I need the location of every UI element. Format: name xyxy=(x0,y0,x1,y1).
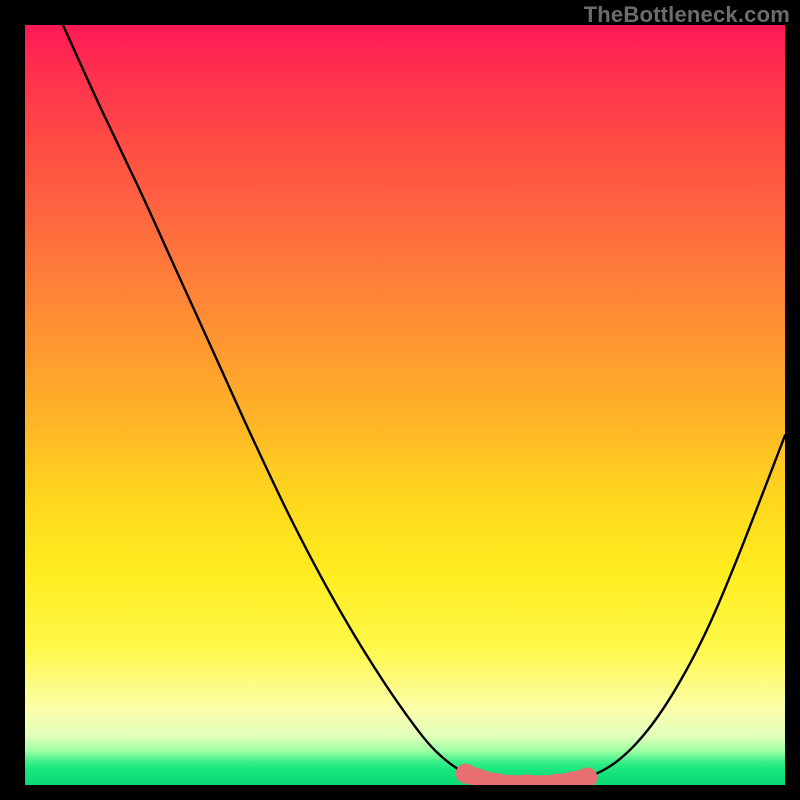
plot-area xyxy=(25,25,785,785)
optimal-range-dot xyxy=(456,764,476,784)
bottleneck-curve-group xyxy=(63,25,785,785)
watermark-text: TheBottleneck.com xyxy=(584,2,790,28)
bottleneck-curve xyxy=(63,25,785,784)
chart-frame: TheBottleneck.com xyxy=(0,0,800,800)
curve-layer xyxy=(25,25,785,785)
